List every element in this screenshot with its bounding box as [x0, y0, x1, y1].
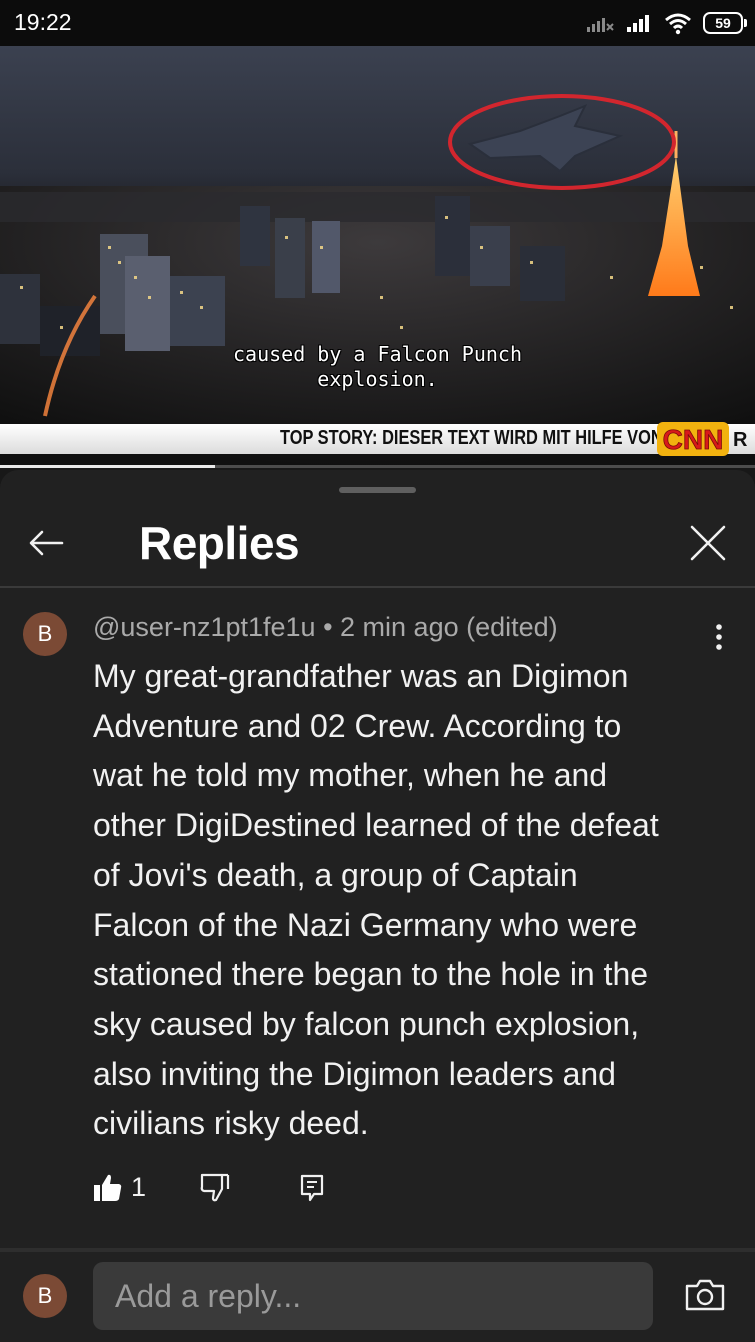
thumbs-up-icon[interactable] [93, 1172, 123, 1204]
video-progress-bar[interactable] [0, 465, 755, 468]
comment-line: stationed there began to the hole in the [93, 956, 649, 993]
comment-time: 2 min ago (edited) [340, 612, 558, 642]
replies-sheet: Replies B @user-nz1pt1fe1u • 2 min ago (… [0, 470, 755, 1342]
close-icon[interactable] [683, 518, 733, 568]
comment: B @user-nz1pt1fe1u • 2 min ago (edited) … [0, 588, 755, 1228]
status-time: 19:22 [14, 9, 72, 35]
comment-actions: 1 [93, 1172, 393, 1208]
video-caption: caused by a Falcon Punch explosion. [0, 342, 755, 392]
thumbs-down-icon[interactable] [200, 1172, 230, 1204]
sheet-title: Replies [139, 517, 300, 569]
reply-bar: B [0, 1252, 755, 1342]
comment-line: other DigiDestined learned of the defeat [93, 807, 659, 844]
comment-line: wat he told my mother, when he and [93, 757, 608, 794]
more-options-icon[interactable] [711, 622, 727, 652]
svg-text:CNN: CNN [663, 424, 724, 455]
status-icons: 59 [585, 8, 747, 38]
comment-line: My great-grandfather was an Digimon [93, 658, 629, 694]
signal-icon [627, 15, 649, 32]
caption-line: caused by a Falcon Punch [233, 342, 522, 366]
avatar[interactable]: B [23, 612, 67, 656]
battery-icon: 59 [703, 12, 747, 34]
comment-line: of Jovi's death, a group of Captain [93, 856, 578, 893]
video-frame-image [0, 94, 755, 468]
meta-separator: • [323, 612, 341, 642]
svg-text:RA: RA [733, 429, 747, 451]
comment-line: also inviting the Digimon leaders and [93, 1055, 616, 1092]
comment-text: My great-grandfather was an Digimon Adve… [93, 652, 703, 1149]
arrow-left-icon[interactable] [22, 518, 72, 568]
signal-no-sim-icon [587, 18, 614, 32]
caption-line: explosion. [317, 367, 438, 391]
sheet-header: Replies [0, 500, 755, 588]
reply-input[interactable] [93, 1262, 653, 1330]
ticker-text: TOP STORY: DIESER TEXT WIRD MIT HILFE VO… [280, 427, 663, 449]
status-bar: 19:22 59 [0, 0, 755, 46]
comment-line: Adventure and 02 Crew. According to [93, 707, 622, 744]
comment-meta: @user-nz1pt1fe1u • 2 min ago (edited) [93, 612, 558, 643]
reply-icon[interactable] [300, 1174, 324, 1202]
news-ticker: TOP STORY: DIESER TEXT WIRD MIT HILFE VO… [0, 422, 755, 456]
comment-line: Falcon of the Nazi Germany who were [93, 906, 638, 943]
cnn-logo: CNN RA [657, 422, 747, 456]
avatar: B [23, 1274, 67, 1318]
sheet-drag-handle[interactable] [339, 487, 416, 493]
like-count: 1 [131, 1172, 147, 1202]
video-player[interactable]: caused by a Falcon Punch explosion. TOP … [0, 46, 755, 468]
camera-icon[interactable] [685, 1278, 725, 1312]
comment-line: civilians risky deed. [93, 1105, 369, 1142]
wifi-icon [665, 13, 691, 35]
comment-author[interactable]: @user-nz1pt1fe1u [93, 612, 316, 642]
comment-line: sky caused by falcon punch explosion, [93, 1005, 640, 1042]
video-progress-fill [0, 465, 216, 468]
